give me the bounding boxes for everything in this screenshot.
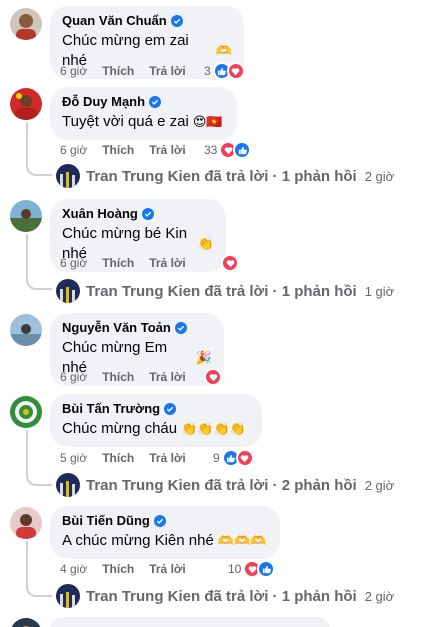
comment-time[interactable]: 6 giờ [60,370,87,384]
reaction-count: 3 [204,64,211,78]
reaction-summary[interactable]: 33 [204,141,252,159]
comment-text: Chúc mừng cháu 👏👏👏👏 [62,420,246,437]
reaction-summary[interactable]: 9 [213,449,254,467]
comment-actions: 6 giờ Thích Trả lời [60,63,186,79]
comment-bubble: Đỗ Duy Mạnh Tuyệt vời quá e zai 😍🇻🇳 [50,87,237,140]
avatar[interactable] [10,396,42,428]
comment-author[interactable]: Bùi Tấn Trường [62,401,250,417]
reply-connector [26,160,52,176]
comment-author[interactable]: Xuân Hoàng [62,206,214,222]
heart-eyes-flag-emoji-icon: 😍🇻🇳 [192,114,223,129]
reply-avatar [56,473,80,497]
avatar[interactable] [10,507,42,539]
comment-author[interactable]: Quan Văn Chuẩn [62,13,232,29]
reply-button[interactable]: Trả lời [149,451,186,465]
comment-bubble [50,617,330,627]
view-replies-link[interactable]: Tran Trung Kien đã trả lời · 1 phản hồi … [56,163,394,189]
reaction-summary[interactable] [204,368,222,386]
reaction-summary[interactable]: 10 [228,560,276,578]
comment-actions: 6 giờ Thích Trả lời [60,255,186,271]
verified-badge-icon [170,15,183,27]
comment-actions: 6 giờ Thích Trả lời [60,142,186,158]
reply-summary-time: 2 giờ [364,477,395,493]
comment-time[interactable]: 6 giờ [60,64,87,78]
thread-line [26,234,28,274]
comment-time[interactable]: 6 giờ [60,256,87,270]
comment-actions: 5 giờ Thích Trả lời [60,450,186,466]
comment-text: Tuyệt vời quá e zai 😍🇻🇳 [62,113,223,130]
thread-line [26,122,28,162]
comment-bubble: Bùi Tấn Trường Chúc mừng cháu 👏👏👏👏 [50,394,262,447]
reply-avatar [56,164,80,188]
like-button[interactable]: Thích [102,451,134,465]
verified-badge-icon [164,403,177,415]
view-replies-link[interactable]: Tran Trung Kien đã trả lời · 2 phản hồi … [56,472,394,498]
avatar[interactable] [10,88,42,120]
reaction-summary[interactable] [221,254,239,272]
comment-time[interactable]: 5 giờ [60,451,87,465]
reaction-summary[interactable]: 3 [204,62,245,80]
comment-time[interactable]: 4 giờ [60,562,87,576]
reply-button[interactable]: Trả lời [149,256,186,270]
comment-text: A chúc mừng Kiên nhé 🫶🫶🫶 [62,532,267,549]
avatar[interactable] [10,8,42,40]
comment-actions: 6 giờ Thích Trả lời [60,369,186,385]
reply-connector [26,272,52,290]
comment-actions: 4 giờ Thích Trả lời [60,561,186,577]
reply-summary-text: Tran Trung Kien đã trả lời · 1 phản hồi [86,587,357,605]
clapping-hands-emoji-icon: 👏👏👏👏 [181,421,246,436]
heart-hands-emoji-icon: 🫶 [215,43,232,58]
view-replies-link[interactable]: Tran Trung Kien đã trả lời · 1 phản hồi … [56,278,394,304]
verified-badge-icon [174,322,187,334]
reply-summary-time: 2 giờ [364,588,395,604]
reply-summary-time: 2 giờ [364,168,395,184]
like-icon [257,560,276,578]
reply-button[interactable]: Trả lời [149,370,186,384]
reply-avatar [56,584,80,608]
thread-line [26,430,28,470]
like-button[interactable]: Thích [102,256,134,270]
comment-author[interactable]: Nguyễn Văn Toản [62,320,212,336]
verified-badge-icon [153,515,166,527]
comment-bubble: Bùi Tiến Dũng A chúc mừng Kiên nhé 🫶🫶🫶 [50,506,280,559]
like-button[interactable]: Thích [102,64,134,78]
love-icon [235,449,254,467]
reply-connector [26,468,52,486]
comment-time[interactable]: 6 giờ [60,143,87,157]
verified-badge-icon [141,208,154,220]
reply-button[interactable]: Trả lời [149,562,186,576]
like-button[interactable]: Thích [102,562,134,576]
like-button[interactable]: Thích [102,370,134,384]
comment-author[interactable]: Bùi Tiến Dũng [62,513,268,529]
love-icon [204,368,222,386]
heart-hands-emoji-icon: 🫶🫶🫶 [217,533,267,548]
avatar[interactable] [10,314,42,346]
thread-line [26,541,28,581]
reply-button[interactable]: Trả lời [149,143,186,157]
like-button[interactable]: Thích [102,143,134,157]
comment-author[interactable]: Đỗ Duy Mạnh [62,94,225,110]
clapping-hands-emoji-icon: 👏 [197,236,214,251]
reaction-count: 10 [228,562,242,576]
reaction-count: 9 [213,451,220,465]
like-icon [233,141,252,159]
love-icon [226,62,245,80]
reply-summary-text: Tran Trung Kien đã trả lời · 2 phản hồi [86,476,357,494]
reply-connector [26,579,52,597]
reply-summary-text: Tran Trung Kien đã trả lời · 1 phản hồi [86,282,357,300]
view-replies-link[interactable]: Tran Trung Kien đã trả lời · 1 phản hồi … [56,583,394,609]
reply-button[interactable]: Trả lời [149,64,186,78]
verified-badge-icon [149,96,162,108]
avatar[interactable] [10,618,42,627]
reply-avatar [56,279,80,303]
reaction-count: 33 [204,143,218,157]
love-icon [221,254,239,272]
party-popper-emoji-icon: 🎉 [195,350,212,365]
reply-summary-time: 1 giờ [364,283,395,299]
avatar[interactable] [10,200,42,232]
reply-summary-text: Tran Trung Kien đã trả lời · 1 phản hồi [86,167,357,185]
